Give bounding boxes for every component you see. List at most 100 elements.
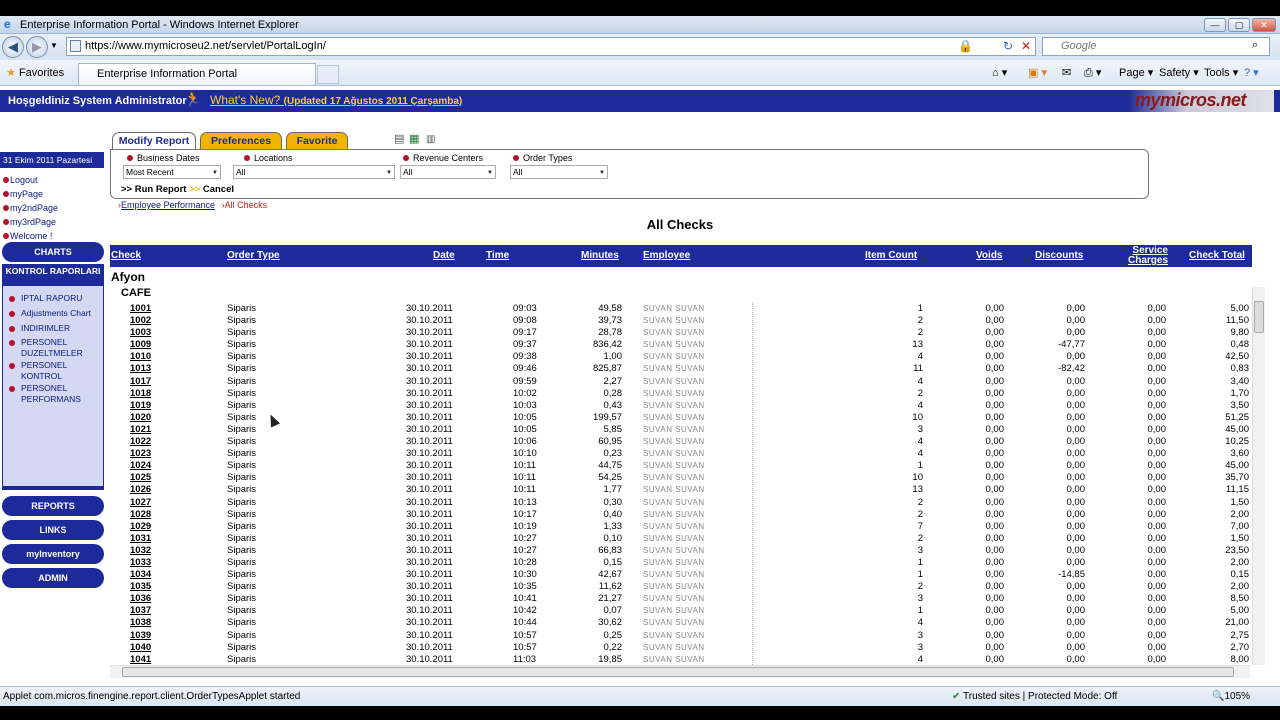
horizontal-scrollbar[interactable] xyxy=(110,665,1250,678)
col-date[interactable]: Date xyxy=(433,251,455,261)
breadcrumb-employee-performance[interactable]: Employee Performance xyxy=(121,200,215,210)
admin-button[interactable]: ADMIN xyxy=(2,568,104,588)
col-employee[interactable]: Employee xyxy=(643,251,690,261)
browser-tab[interactable]: Enterprise Information Portal xyxy=(78,63,316,85)
check-number[interactable]: 1035 xyxy=(130,581,151,593)
minimize-button[interactable]: — xyxy=(1204,18,1226,32)
personel-kontrol-link[interactable]: PERSONEL KONTROL xyxy=(9,360,71,382)
check-number[interactable]: 1032 xyxy=(130,545,151,557)
locations-select[interactable]: All xyxy=(233,165,395,179)
stop-icon[interactable]: ✕ xyxy=(1021,39,1031,53)
check-number[interactable]: 1029 xyxy=(130,521,151,533)
check-number[interactable]: 1028 xyxy=(130,509,151,521)
vertical-scrollbar[interactable] xyxy=(1252,287,1265,665)
revenue-centers-select[interactable]: All xyxy=(400,165,496,179)
iptal-raporu-link[interactable]: IPTAL RAPORU xyxy=(9,293,105,304)
export-pdf-icon[interactable]: ▤ xyxy=(394,132,404,145)
check-number[interactable]: 1039 xyxy=(130,630,151,642)
col-voids[interactable]: Voids xyxy=(976,251,1002,261)
check-number[interactable]: 1022 xyxy=(130,436,151,448)
check-number[interactable]: 1027 xyxy=(130,497,151,509)
col-item-count[interactable]: Item Count xyxy=(865,251,917,261)
print-report-icon[interactable]: ▥ xyxy=(426,134,435,145)
check-number[interactable]: 1023 xyxy=(130,448,151,460)
tools-menu[interactable]: Tools ▾ xyxy=(1204,66,1238,79)
check-number[interactable]: 1019 xyxy=(130,400,151,412)
col-service-charges[interactable]: Service Charges xyxy=(1128,246,1168,266)
search-input[interactable]: Google xyxy=(1042,37,1270,56)
refresh-icon[interactable]: ↻ xyxy=(1003,39,1013,53)
check-number[interactable]: 1031 xyxy=(130,533,151,545)
search-icon[interactable]: ⌕ xyxy=(1252,39,1258,52)
export-excel-icon[interactable]: ▦ xyxy=(409,132,419,145)
col-check[interactable]: Check xyxy=(111,251,141,261)
check-number[interactable]: 1002 xyxy=(130,315,151,327)
horizontal-scroll-thumb[interactable] xyxy=(122,667,1234,677)
check-number[interactable]: 1018 xyxy=(130,388,151,400)
check-number[interactable]: 1025 xyxy=(130,472,151,484)
my2ndpage-link[interactable]: my2ndPage xyxy=(2,203,58,213)
myinventory-button[interactable]: myInventory xyxy=(2,544,104,564)
check-number[interactable]: 1020 xyxy=(130,412,151,424)
address-input[interactable]: https://www.mymicroseu2.net/servlet/Port… xyxy=(66,37,1036,56)
check-number[interactable]: 1001 xyxy=(130,303,151,315)
order-types-select[interactable]: All xyxy=(510,165,608,179)
personel-duzeltmeler-link[interactable]: PERSONEL DUZELTMELER xyxy=(9,337,91,359)
check-number[interactable]: 1017 xyxy=(130,376,151,388)
print-icon[interactable]: ⎙ ▾ xyxy=(1084,66,1101,80)
check-number[interactable]: 1009 xyxy=(130,339,151,351)
tab-favorite[interactable]: Favorite xyxy=(286,132,348,150)
links-button[interactable]: LINKS xyxy=(2,520,104,540)
check-number[interactable]: 1021 xyxy=(130,424,151,436)
mail-icon[interactable]: ✉ xyxy=(1062,66,1071,79)
tab-modify-report[interactable]: Modify Report xyxy=(112,132,196,150)
welcome-link[interactable]: Welcome ! xyxy=(2,231,52,241)
lock-icon[interactable]: 🔒 xyxy=(958,39,973,53)
run-report-link[interactable]: >> Run Report xyxy=(121,184,186,195)
check-number[interactable]: 1024 xyxy=(130,460,151,472)
charts-button[interactable]: CHARTS xyxy=(2,242,104,262)
check-number[interactable]: 1026 xyxy=(130,484,151,496)
home-icon[interactable]: ⌂ ▾ xyxy=(992,66,1007,79)
history-dropdown-icon[interactable]: ▼ xyxy=(50,41,58,50)
my3rdpage-link[interactable]: my3rdPage xyxy=(2,217,56,227)
security-zone[interactable]: ✔ Trusted sites | Protected Mode: Off xyxy=(952,691,1117,702)
zoom-level[interactable]: 🔍105% xyxy=(1212,691,1250,702)
personel-performans-link[interactable]: PERSONEL PERFORMANS xyxy=(9,383,91,405)
help-icon[interactable]: ? ▾ xyxy=(1244,66,1259,79)
check-number[interactable]: 1040 xyxy=(130,642,151,654)
indirimler-link[interactable]: INDIRIMLER xyxy=(9,323,105,334)
col-discounts[interactable]: Discounts xyxy=(1035,251,1083,261)
logout-link[interactable]: Logout xyxy=(3,175,38,185)
maximize-button[interactable]: ▢ xyxy=(1228,18,1250,32)
page-menu[interactable]: Page ▾ xyxy=(1119,66,1153,79)
check-number[interactable]: 1003 xyxy=(130,327,151,339)
check-number[interactable]: 1013 xyxy=(130,363,151,375)
check-number[interactable]: 1038 xyxy=(130,617,151,629)
reports-button[interactable]: REPORTS xyxy=(2,496,104,516)
col-order-type[interactable]: Order Type xyxy=(227,251,280,261)
feeds-icon[interactable]: ▣ ▾ xyxy=(1028,66,1047,79)
check-number[interactable]: 1037 xyxy=(130,605,151,617)
check-number[interactable]: 1034 xyxy=(130,569,151,581)
col-minutes[interactable]: Minutes xyxy=(581,251,619,261)
vertical-scroll-thumb[interactable] xyxy=(1254,301,1264,333)
mypage-link[interactable]: myPage xyxy=(2,189,43,199)
favorites-button[interactable]: ★ Favorites xyxy=(6,66,64,79)
business-dates-select[interactable]: Most Recent xyxy=(123,165,221,179)
safety-menu[interactable]: Safety ▾ xyxy=(1159,66,1199,79)
back-button[interactable]: ◀ xyxy=(2,36,24,58)
tab-preferences[interactable]: Preferences xyxy=(200,132,282,150)
col-check-total[interactable]: Check Total xyxy=(1189,251,1245,261)
check-number[interactable]: 1041 xyxy=(130,654,151,665)
whats-new-link[interactable]: What's New? (Updated 17 Ağustos 2011 Çar… xyxy=(210,93,462,107)
new-tab-button[interactable] xyxy=(317,65,339,84)
cancel-link[interactable]: Cancel xyxy=(203,184,234,195)
forward-button[interactable]: ▶ xyxy=(26,36,48,58)
check-number[interactable]: 1033 xyxy=(130,557,151,569)
close-button[interactable]: ✕ xyxy=(1252,18,1276,32)
col-time[interactable]: Time xyxy=(486,251,509,261)
check-number[interactable]: 1036 xyxy=(130,593,151,605)
adjustments-chart-link[interactable]: Adjustments Chart xyxy=(9,308,105,319)
check-number[interactable]: 1010 xyxy=(130,351,151,363)
